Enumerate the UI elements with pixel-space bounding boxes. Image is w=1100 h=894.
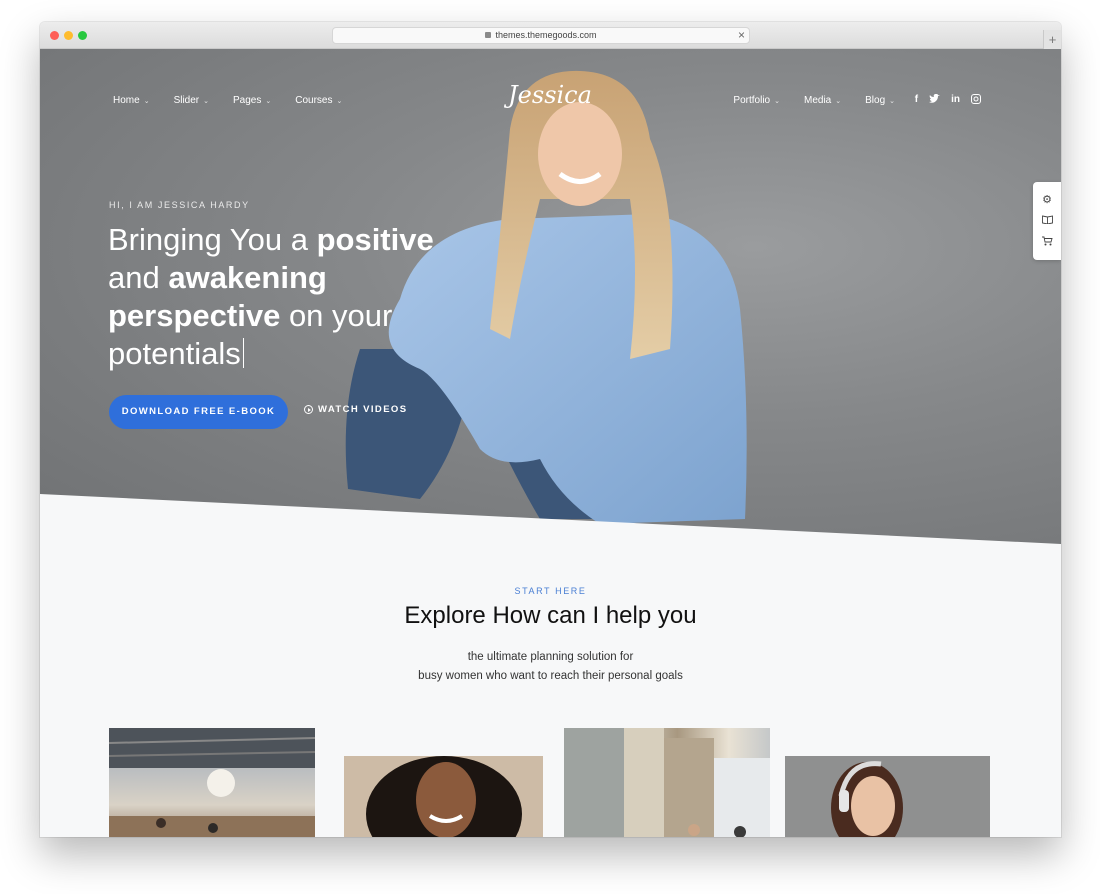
headline-emphasis: awakening <box>168 260 327 295</box>
chevron-down-icon: ⌄ <box>203 97 210 105</box>
nav-slider[interactable]: Slider ⌄ <box>174 95 209 106</box>
lock-icon <box>485 32 492 38</box>
nav-courses[interactable]: Courses ⌄ <box>295 95 342 106</box>
portrait-image <box>344 756 543 837</box>
nav-portfolio[interactable]: Portfolio ⌄ <box>733 95 780 106</box>
cart-icon[interactable] <box>1041 236 1053 249</box>
minimize-window-icon[interactable] <box>64 31 73 40</box>
gear-icon[interactable]: ⚙ <box>1042 193 1052 206</box>
nav-home[interactable]: Home ⌄ <box>113 95 150 106</box>
social-links: f in <box>915 93 981 107</box>
nav-portfolio-label: Portfolio <box>733 95 771 106</box>
sweater-shape <box>388 214 747 524</box>
clear-url-icon[interactable]: × <box>738 28 745 43</box>
service-card-image[interactable] <box>785 756 990 837</box>
nav-pages[interactable]: Pages ⌄ <box>233 95 271 106</box>
street-image <box>564 728 770 837</box>
nav-courses-label: Courses <box>295 95 333 106</box>
nav-blog-label: Blog <box>865 95 886 106</box>
nav-media[interactable]: Media ⌄ <box>804 95 841 106</box>
watch-videos-label: WATCH VIDEOS <box>318 404 408 415</box>
service-card-image[interactable] <box>564 728 770 837</box>
nav-home-label: Home <box>113 95 140 106</box>
nav-slider-label: Slider <box>173 95 200 106</box>
chevron-down-icon: ⌄ <box>835 97 842 105</box>
service-card-image[interactable] <box>109 728 315 837</box>
instagram-icon[interactable] <box>971 94 981 107</box>
nav-media-label: Media <box>803 95 832 106</box>
book-icon[interactable] <box>1041 215 1053 227</box>
primary-nav-left: Home ⌄ Slider ⌄ Pages ⌄ Courses ⌄ <box>113 95 342 106</box>
section-title: Explore How can I help you <box>404 602 697 629</box>
nav-pages-label: Pages <box>233 95 262 106</box>
play-icon <box>304 405 313 414</box>
headline-emphasis: positive <box>316 222 434 257</box>
twitter-icon[interactable] <box>929 93 941 107</box>
browser-titlebar: themes.themegoods.com × + <box>40 22 1061 49</box>
section-eyebrow: START HERE <box>514 586 587 596</box>
side-toolbar: ⚙ <box>1033 182 1061 260</box>
watch-videos-button[interactable]: WATCH VIDEOS <box>304 404 407 415</box>
download-ebook-button[interactable]: DOWNLOAD FREE E-BOOK <box>109 395 288 429</box>
address-bar-url: themes.themegoods.com <box>495 30 597 40</box>
chevron-down-icon: ⌄ <box>774 97 780 105</box>
section-subtitle-line2: busy women who want to reach their perso… <box>418 670 683 682</box>
headphones-image <box>785 756 990 837</box>
facebook-icon[interactable]: f <box>915 94 918 107</box>
office-image <box>109 728 315 837</box>
service-card-image[interactable] <box>344 756 543 837</box>
browser-window: themes.themegoods.com × + Home ⌄ Slider … <box>40 22 1061 837</box>
hero-section: Home ⌄ Slider ⌄ Pages ⌄ Courses ⌄ Jessica Po… <box>40 49 1061 544</box>
close-window-icon[interactable] <box>50 31 59 40</box>
headline-text: and <box>108 260 169 295</box>
site-logo[interactable]: Jessica <box>505 81 595 131</box>
new-tab-button[interactable]: + <box>1043 30 1061 49</box>
chevron-down-icon: ⌄ <box>889 97 895 105</box>
hero-headline: Bringing You a positive and awakening pe… <box>108 221 438 373</box>
chevron-down-icon: ⌄ <box>265 97 272 105</box>
maximize-window-icon[interactable] <box>78 31 87 40</box>
section-subtitle: the ultimate planning solution for busy … <box>40 648 1061 686</box>
typing-cursor <box>242 338 244 368</box>
chevron-down-icon: ⌄ <box>143 97 150 105</box>
nav-blog[interactable]: Blog ⌄ <box>865 95 895 106</box>
section-subtitle-line1: the ultimate planning solution for <box>467 651 634 663</box>
hero-eyebrow: HI, I AM JESSICA HARDY <box>109 200 250 210</box>
services-section: START HERE Explore How can I help you th… <box>40 544 1061 837</box>
headline-emphasis: perspective <box>108 298 281 333</box>
linkedin-icon[interactable]: in <box>951 94 960 107</box>
headline-text: Bringing You a <box>108 222 317 257</box>
primary-nav-right: Portfolio ⌄ Media ⌄ Blog ⌄ <box>733 95 895 106</box>
address-bar[interactable]: themes.themegoods.com × <box>332 27 750 44</box>
chevron-down-icon: ⌄ <box>336 97 343 105</box>
